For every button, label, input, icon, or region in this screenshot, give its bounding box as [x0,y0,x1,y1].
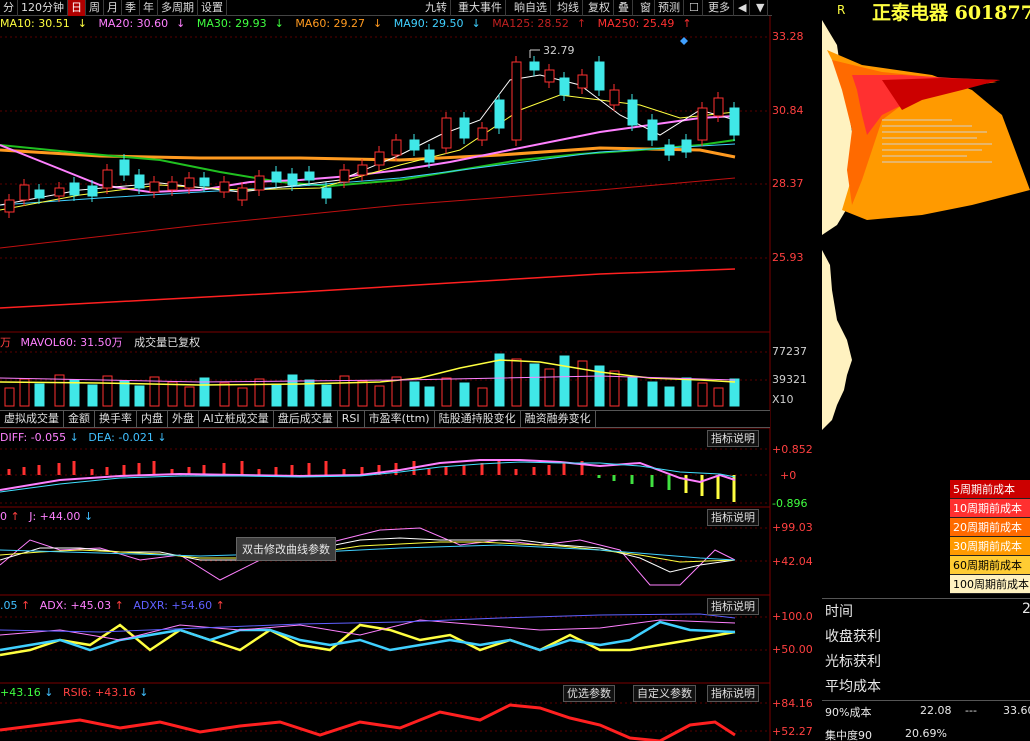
cost-legend-item: 30周期前成本 [950,537,1030,556]
cost-legend-item: 60周期前成本 [950,556,1030,575]
macd-diff-value: DIFF: -0.055 [0,431,67,444]
custom-params-button[interactable]: 自定义参数 [633,685,696,702]
dmi-explain-button[interactable]: 指标说明 [707,598,759,615]
macd-axis-1: +0.852 [772,443,813,456]
dmi-axis-2: +50.00 [772,643,813,656]
info-avg-cost-label: 平均成本 [825,679,881,695]
dmi-header: .05 ↑ ADX: +45.03 ↑ ADXR: +54.60 ↑ [0,599,225,612]
rsi-axis-1: +84.16 [772,697,813,710]
vol-axis-1: 77237 [772,345,807,358]
rsi-axis-2: +52.27 [772,725,813,738]
stock-title-bar: R 正泰电器 601877 [822,0,1030,24]
edit-curve-tooltip: 双击修改曲线参数 [236,537,336,561]
ma10-line [0,94,736,211]
macd-header: DIFF: -0.055 ↓ DEA: -0.021 ↓ [0,431,167,444]
indicator-tab-6[interactable]: 盘后成交量 [274,411,338,428]
indicator-tab-4[interactable]: 外盘 [168,411,199,428]
volume-header: 万 MAVOL60: 31.50万 成交量已复权 [0,336,201,349]
preferred-params-button[interactable]: 优选参数 [563,685,615,702]
vol-axis-2: 39321 [772,373,807,386]
indicator-tab-7[interactable]: RSI [338,411,365,428]
price-axis-3: 28.37 [772,177,804,190]
volume-adjusted-label: 成交量已复权 [134,336,201,349]
r-tag: R [837,3,846,17]
indicator-tab-5[interactable]: AI立桩成交量 [199,411,274,428]
info-time-label: 时间 [825,604,853,620]
conc90-row: 集中度90 20.69% [825,727,947,741]
kdj-j-value: J: +44.00 [29,510,81,523]
indicator-tab-9[interactable]: 陆股通持股变化 [435,411,521,428]
price-axis-1: 33.28 [772,30,804,43]
info-close-profit-label: 收盘获利 [825,629,881,645]
macd-dea-value: DEA: -0.021 [88,431,154,444]
rsi-header: +43.16 ↓ RSI6: +43.16 ↓ [0,686,149,699]
marker-diamond-icon [680,37,688,45]
dmi-axis-1: +100.0 [772,610,813,623]
macd-axis-2: +0 [780,469,797,482]
cost-legend-item: 5周期前成本 [950,480,1030,499]
cost-legend-item: 20周期前成本 [950,518,1030,537]
vol-axis-3: X10 [772,393,794,406]
indicator-tab-0[interactable]: 虚拟成交量 [0,411,64,428]
indicator-tabs: 虚拟成交量 金额 换手率 内盘 外盘 AI立桩成交量 盘后成交量 RSI 市盈率(ttm) 陆股通… [0,410,770,428]
mavol60-value: MAVOL60: 31.50万 [20,336,123,349]
price-axis-2: 30.84 [772,104,804,117]
indicator-tab-1[interactable]: 金额 [64,411,95,428]
info-time-value: 2 [1022,601,1030,617]
dmi-adx-value: ADX: +45.03 [39,599,112,612]
chip-distribution-chart[interactable] [822,20,1030,490]
kdj-header: 0 ↑ J: +44.00 ↓ [0,510,94,523]
kdj-axis-1: +99.03 [772,521,813,534]
dmi-adxr-value: ADXR: +54.60 [133,599,213,612]
rsi-explain-button[interactable]: 指标说明 [707,685,759,702]
ma250-line [0,268,736,309]
rsi6-value: RSI6: +43.16 [62,686,136,699]
kdj-explain-button[interactable]: 指标说明 [707,509,759,526]
price-axis-4: 25.93 [772,251,804,264]
ma60-line [0,146,736,162]
indicator-tab-8[interactable]: 市盈率(ttm) [365,411,435,428]
macd-explain-button[interactable]: 指标说明 [707,430,759,447]
cost-legend: 5周期前成本 10周期前成本 20周期前成本 30周期前成本 60周期前成本 100周期前… [950,480,1030,594]
peak-price-label: 32.79 [543,44,575,57]
indicator-tab-2[interactable]: 换手率 [95,411,137,428]
info-cursor-profit-label: 光标获利 [825,654,881,670]
indicator-tab-10[interactable]: 融资融券变化 [521,411,596,428]
cost-legend-item: 10周期前成本 [950,499,1030,518]
indicator-tab-3[interactable]: 内盘 [137,411,168,428]
cost-legend-item: 100周期前成本 [950,575,1030,594]
cost90-row: 90%成本 22.08 --- 33.60 [825,704,1030,719]
stock-chart[interactable]: 32.79 [0,0,822,741]
macd-axis-3: -0.896 [772,497,808,510]
kdj-axis-2: +42.04 [772,555,813,568]
